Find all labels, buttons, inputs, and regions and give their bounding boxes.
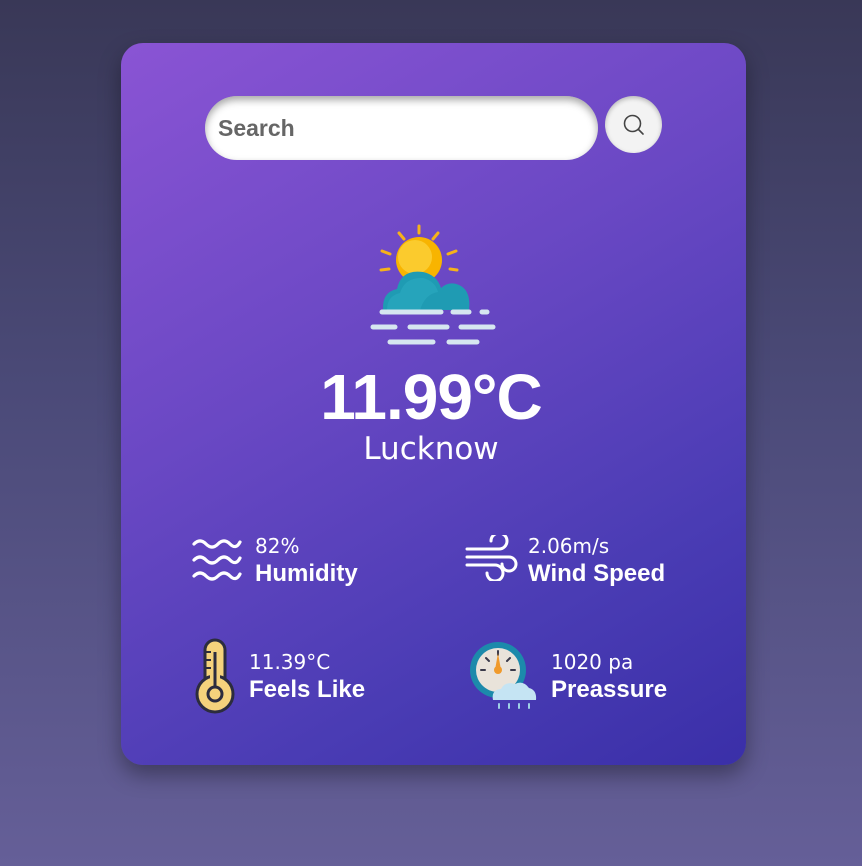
search-button[interactable] (605, 96, 662, 153)
search-input[interactable] (205, 96, 598, 160)
temperature: 11.99°C (320, 361, 542, 433)
humidity-value: 82% (255, 534, 300, 558)
feels-like-label: Feels Like (249, 676, 366, 703)
wind-label: Wind Speed (528, 560, 666, 587)
sun-cloud-fog-icon (370, 224, 496, 345)
wind-stat: 2.06m/s Wind Speed (528, 533, 665, 589)
humidity-label: Humidity (255, 560, 358, 587)
humidity-waves-icon (192, 539, 242, 581)
search-icon (623, 114, 644, 135)
wind-value: 2.06m/s (528, 534, 610, 558)
city-name: Lucknow (363, 431, 499, 467)
feels-like-value: 11.39°C (249, 650, 331, 674)
pressure-label: Preassure (551, 676, 668, 703)
feels-like-stat: 11.39°C Feels Like (249, 649, 365, 705)
humidity-stat: 82% Humidity (255, 533, 358, 589)
pressure-gauge-icon (470, 642, 537, 709)
pressure-value: 1020 pa (551, 650, 634, 674)
pressure-stat: 1020 pa Preassure (551, 649, 667, 705)
wind-icon (465, 535, 518, 581)
thermometer-icon (195, 638, 235, 714)
